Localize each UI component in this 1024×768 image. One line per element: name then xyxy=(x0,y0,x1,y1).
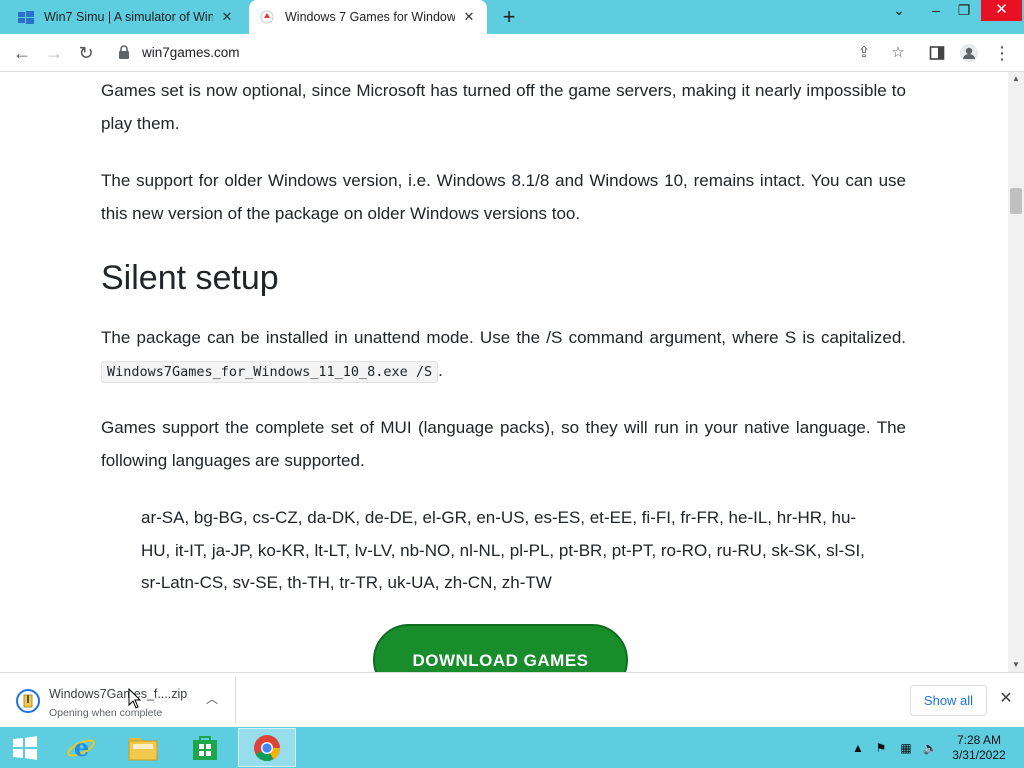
scroll-up-icon[interactable]: ▲ xyxy=(1008,72,1024,86)
side-panel-icon[interactable] xyxy=(925,41,949,65)
restore-button[interactable]: ❐ xyxy=(952,0,976,24)
lock-icon[interactable] xyxy=(118,45,134,61)
download-games-button[interactable]: DOWNLOAD GAMES xyxy=(373,624,628,672)
volume-icon[interactable]: 🔈 xyxy=(922,740,938,756)
store-icon xyxy=(193,735,217,760)
paragraph-unattend: The package can be installed in unattend… xyxy=(101,322,906,388)
tab-strip: Win7 Simu | A simulator of Windows ✕ Win… xyxy=(0,0,1024,34)
language-list: ar-SA, bg-BG, cs-CZ, da-DK, de-DE, el-GR… xyxy=(141,508,865,592)
tab-close-icon[interactable]: ✕ xyxy=(219,9,235,25)
share-icon[interactable]: ⇪ xyxy=(852,41,876,65)
forward-arrow-icon[interactable]: → xyxy=(42,41,66,65)
window-close-button[interactable]: ✕ xyxy=(981,0,1022,21)
page-scrollbar[interactable]: ▲ ▼ xyxy=(1008,72,1024,672)
address-bar[interactable]: win7games.com ⇪ ☆ xyxy=(106,38,905,68)
new-tab-button[interactable]: + xyxy=(498,6,520,29)
bookmark-star-icon[interactable]: ☆ xyxy=(886,41,910,65)
action-center-flag-icon[interactable]: ⚑ xyxy=(873,740,889,756)
tab-windows7-games[interactable]: Windows 7 Games for Windows 11 ✕ xyxy=(249,0,487,34)
network-icon[interactable]: ▦ xyxy=(898,740,914,756)
tab-win7-simu[interactable]: Win7 Simu | A simulator of Windows ✕ xyxy=(8,0,245,34)
unattend-end: . xyxy=(438,360,443,380)
url-text[interactable]: win7games.com xyxy=(142,45,240,60)
download-status: Opening when complete xyxy=(49,707,163,719)
clock-time: 7:28 AM xyxy=(956,733,1002,747)
paragraph-games-optional: Games set is now optional, since Microso… xyxy=(101,81,906,133)
chrome-icon xyxy=(254,734,281,761)
windows-start-icon xyxy=(13,735,37,760)
unattend-text: The package can be installed in unattend… xyxy=(101,328,906,347)
download-progress-icon xyxy=(16,689,40,713)
taskbar: e ▲ ⚑ ▦ 🔈 7:28 AM 3/31/2022 xyxy=(0,727,1024,768)
reload-icon[interactable]: ↻ xyxy=(74,41,98,65)
tab-close-icon[interactable]: ✕ xyxy=(461,9,477,25)
chevron-up-icon[interactable]: ︿ xyxy=(204,691,220,707)
mouse-cursor-icon xyxy=(128,687,142,710)
tab-title: Win7 Simu | A simulator of Windows xyxy=(44,10,213,24)
page-content: Games set is now optional, since Microso… xyxy=(0,72,1008,672)
site-favicon-icon xyxy=(259,9,275,25)
paragraph-mui: Games support the complete set of MUI (l… xyxy=(101,418,906,470)
tab-search-chevron-icon[interactable]: ⌄ xyxy=(887,0,911,24)
clock-date: 3/31/2022 xyxy=(952,748,1006,762)
back-arrow-icon[interactable]: ← xyxy=(10,41,34,65)
show-hidden-icons-icon[interactable]: ▲ xyxy=(850,740,866,756)
taskbar-store[interactable] xyxy=(178,728,232,767)
tab-title: Windows 7 Games for Windows 11 xyxy=(285,10,455,24)
menu-kebab-icon[interactable]: ⋮ xyxy=(990,41,1014,65)
taskbar-chrome[interactable] xyxy=(238,728,296,767)
heading-silent-setup: Silent setup xyxy=(101,259,279,297)
download-shelf: Windows7Games_f....zip Opening when comp… xyxy=(0,672,1024,727)
browser-toolbar: ← → ↻ win7games.com ⇪ ☆ ⋮ xyxy=(0,34,1024,72)
folder-icon xyxy=(128,737,158,760)
scroll-down-icon[interactable]: ▼ xyxy=(1008,658,1024,672)
show-all-button[interactable]: Show all xyxy=(910,685,987,716)
start-button[interactable] xyxy=(0,728,50,767)
svg-text:e: e xyxy=(74,733,89,762)
download-file-name: Windows7Games_f....zip xyxy=(49,687,188,701)
taskbar-internet-explorer[interactable]: e xyxy=(54,728,108,767)
close-shelf-icon[interactable]: ✕ xyxy=(996,689,1016,709)
minimize-button[interactable]: – xyxy=(924,0,948,24)
scrollbar-thumb[interactable] xyxy=(1010,188,1022,214)
taskbar-file-explorer[interactable] xyxy=(116,728,170,767)
install-command-code: Windows7Games_for_Windows_11_10_8.exe /S xyxy=(101,360,439,383)
download-item[interactable]: Windows7Games_f....zip Opening when comp… xyxy=(6,677,236,723)
paragraph-older-windows: The support for older Windows version, i… xyxy=(101,171,906,223)
windows-logo-icon xyxy=(18,9,34,25)
profile-avatar-icon[interactable] xyxy=(957,41,981,65)
internet-explorer-icon: e xyxy=(67,733,95,762)
system-clock[interactable]: 7:28 AM 3/31/2022 xyxy=(950,733,1008,763)
